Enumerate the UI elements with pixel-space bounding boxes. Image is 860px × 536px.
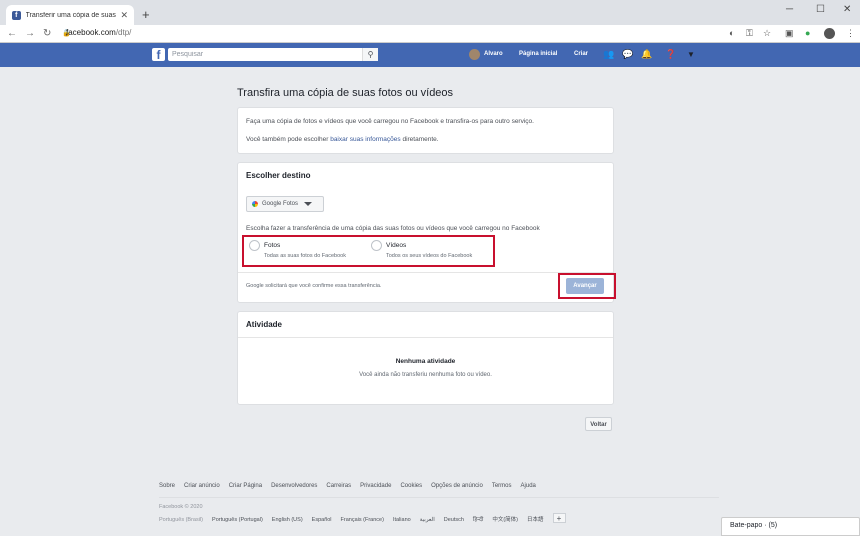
language-link[interactable]: 中文(简体): [492, 517, 518, 523]
footer-link[interactable]: Sobre: [159, 483, 175, 489]
dropdown-value: Google Fotos: [262, 201, 299, 207]
browser-tab-strip: f Transferir uma cópia de suas fotos ✕ +…: [0, 0, 860, 25]
facebook-favicon-icon: f: [12, 10, 21, 20]
friend-requests-icon[interactable]: 👥: [603, 49, 614, 60]
download-prefix: Você também pode escolher: [246, 136, 331, 143]
minimize-icon[interactable]: ─: [786, 4, 793, 15]
footer-link[interactable]: Cookies: [400, 483, 422, 489]
maximize-icon[interactable]: ☐: [816, 4, 825, 15]
menu-dots-icon[interactable]: ⋮: [846, 28, 855, 39]
download-text: Você também pode escolher baixar suas in…: [246, 135, 605, 144]
empty-activity-title: Nenhuma atividade: [395, 358, 456, 365]
language-list: Português (Brasil) Português (Portugal) En…: [159, 513, 575, 523]
close-window-icon[interactable]: ✕: [843, 4, 851, 15]
footer-link[interactable]: Desenvolvedores: [271, 483, 317, 489]
create-link[interactable]: Criar: [574, 51, 588, 57]
profile-avatar[interactable]: [824, 28, 835, 39]
chat-label: Bate-papo · (5): [730, 522, 778, 529]
empty-activity-text: Você ainda não transferiu nenhuma foto o…: [359, 372, 492, 378]
facebook-logo-icon[interactable]: f: [152, 48, 165, 61]
address-bar: ← → ↻ 🔒 facebook.com/dtp/ ◐ ⚿ ☆ ▣ ● ⋮: [0, 25, 860, 43]
intro-text: Faça uma cópia de fotos e vídeos que voc…: [246, 118, 534, 125]
help-icon[interactable]: ❓: [665, 49, 676, 60]
extension-icon[interactable]: ◐: [729, 28, 734, 38]
profile-link[interactable]: Alvaro: [484, 51, 503, 57]
confirm-note: Google solicitará que você confirme essa…: [246, 283, 382, 289]
language-link: Português (Brasil): [159, 517, 204, 523]
page-title: Transfira uma cópia de suas fotos ou víd…: [237, 87, 454, 99]
choose-text: Escolha fazer a transferência de uma cóp…: [246, 225, 540, 232]
close-tab-icon[interactable]: ✕: [120, 10, 128, 21]
more-languages-button[interactable]: +: [552, 513, 566, 523]
account-menu-icon[interactable]: ▼: [687, 50, 695, 59]
messenger-icon[interactable]: 💬: [622, 49, 633, 60]
language-link[interactable]: हिन्दी: [473, 517, 483, 523]
url-field[interactable]: facebook.com/dtp/: [66, 28, 131, 37]
destination-card: Escolher destino Google Fotos Escolha fa…: [237, 162, 616, 303]
back-button[interactable]: Voltar: [585, 417, 612, 431]
footer-link[interactable]: Criar Página: [229, 483, 262, 489]
search-icon[interactable]: ⚲: [362, 48, 378, 61]
cast-icon[interactable]: ▣: [785, 28, 794, 39]
copyright: Facebook © 2020: [159, 504, 203, 510]
notifications-icon[interactable]: 🔔: [641, 49, 652, 60]
language-link[interactable]: Deutsch: [444, 517, 464, 523]
language-link[interactable]: Español: [312, 517, 332, 523]
destination-dropdown[interactable]: Google Fotos: [246, 196, 324, 212]
language-link[interactable]: 日本語: [527, 517, 544, 523]
next-highlight-box: [558, 273, 616, 299]
footer-link[interactable]: Carreiras: [326, 483, 351, 489]
new-tab-icon[interactable]: +: [142, 7, 150, 22]
footer-links: Sobre Criar anúncio Criar Página Desenvolve…: [159, 483, 719, 498]
download-info-link[interactable]: baixar suas informações: [330, 136, 400, 143]
home-link[interactable]: Página inicial: [519, 51, 557, 57]
main-content: Transfira uma cópia de suas fotos ou víd…: [237, 87, 616, 405]
footer-link[interactable]: Privacidade: [360, 483, 391, 489]
browser-tab[interactable]: f Transferir uma cópia de suas fotos ✕: [6, 5, 134, 25]
activity-title: Atividade: [238, 312, 613, 338]
search-box: ⚲: [168, 48, 378, 61]
extension-green-icon[interactable]: ●: [805, 28, 810, 38]
intro-card: Faça uma cópia de fotos e vídeos que voc…: [237, 107, 614, 154]
url-host: facebook.com: [66, 28, 116, 37]
footer-link[interactable]: Criar anúncio: [184, 483, 220, 489]
reload-icon[interactable]: ↻: [43, 28, 51, 39]
divider: [238, 272, 613, 273]
google-photos-icon: [252, 201, 258, 207]
facebook-header: [0, 43, 860, 67]
footer-link[interactable]: Termos: [492, 483, 512, 489]
language-link[interactable]: Português (Portugal): [212, 517, 263, 523]
footer-link[interactable]: Opções de anúncio: [431, 483, 483, 489]
destination-title: Escolher destino: [246, 171, 311, 180]
search-input[interactable]: [168, 48, 358, 61]
key-icon[interactable]: ⚿: [746, 28, 753, 39]
download-suffix: diretamente.: [400, 136, 439, 143]
language-link[interactable]: العربية: [420, 517, 435, 523]
back-arrow-icon[interactable]: ←: [7, 28, 17, 39]
language-link[interactable]: Italiano: [393, 517, 411, 523]
user-avatar[interactable]: [469, 49, 480, 60]
url-path: /dtp/: [115, 28, 132, 37]
language-link[interactable]: English (US): [272, 517, 303, 523]
forward-arrow-icon[interactable]: →: [25, 28, 35, 39]
chevron-down-icon: [304, 202, 313, 206]
activity-card: Atividade Nenhuma atividade Você ainda n…: [237, 311, 614, 405]
chat-bar[interactable]: Bate-papo · (5): [721, 517, 860, 536]
options-highlight-box: [242, 235, 495, 267]
language-link[interactable]: Français (France): [341, 517, 384, 523]
star-icon[interactable]: ☆: [763, 28, 771, 39]
footer-link[interactable]: Ajuda: [521, 483, 536, 489]
tab-title: Transferir uma cópia de suas fotos: [25, 11, 117, 19]
